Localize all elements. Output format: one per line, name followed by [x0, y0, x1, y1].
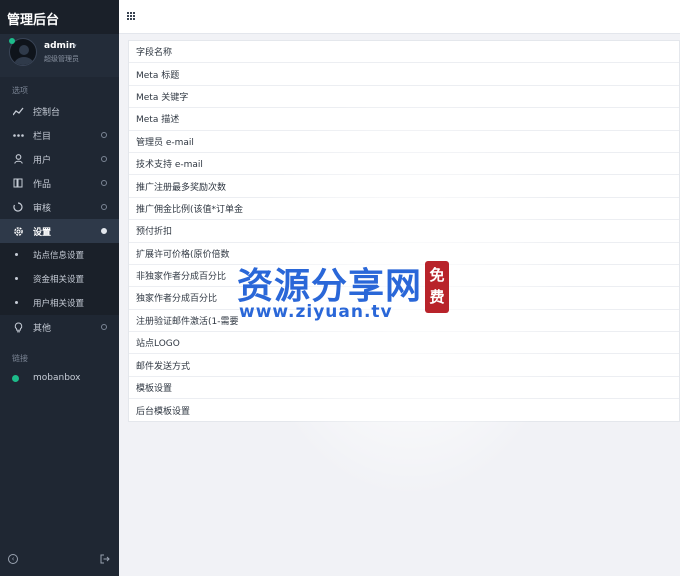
settings-row[interactable]: 推广注册最多奖励次数 [129, 175, 679, 198]
settings-row[interactable]: 推广佣金比例(该值*订单金 [129, 198, 679, 221]
expand-indicator [101, 228, 107, 234]
sidebar-item-label: 控制台 [33, 107, 61, 118]
settings-row[interactable]: 管理员 e-mail [129, 131, 679, 153]
user-role: 超级管理员 [44, 55, 79, 63]
chevron-down-icon[interactable]: ▾ [73, 42, 77, 50]
sidebar-link-mobanbox[interactable]: mobanbox [0, 367, 119, 391]
sidebar-item-label: 作品 [33, 179, 52, 190]
sidebar-subitem-label: 站点信息设置 [33, 251, 85, 261]
settings-row[interactable]: 技术支持 e-mail [129, 153, 679, 176]
sidebar-subitem-funds[interactable]: 资金相关设置 [0, 267, 119, 291]
spinner-icon [12, 201, 24, 213]
settings-row[interactable]: 模板设置 [129, 377, 679, 400]
top-bar [119, 0, 680, 34]
sidebar-subitem-site-info[interactable]: 站点信息设置 [0, 243, 119, 267]
bullet-icon [15, 301, 18, 304]
sidebar-item-label: 栏目 [33, 131, 52, 142]
user-panel[interactable]: admin ▾ 超级管理员 [0, 34, 119, 77]
sidebar-item-review[interactable]: 审核 [0, 195, 119, 219]
section-label-options: 选项 [12, 86, 28, 95]
sidebar-subitem-user-settings[interactable]: 用户相关设置 [0, 291, 119, 315]
logout-icon[interactable] [100, 554, 110, 564]
sidebar-link-label: mobanbox [33, 373, 81, 383]
expand-indicator [101, 156, 107, 162]
sidebar-item-settings[interactable]: 设置 [0, 219, 119, 243]
sidebar-item-label: 其他 [33, 323, 52, 334]
settings-row[interactable]: 后台模板设置 [129, 399, 679, 421]
dots-icon [12, 129, 24, 141]
user-icon [12, 153, 24, 165]
bullet-icon [15, 277, 18, 280]
sidebar: 管理后台 admin ▾ 超级管理员 选项 控制台 栏目 用户 作品 审核 设置… [0, 0, 119, 576]
collapse-sidebar-icon[interactable]: ‹ [8, 554, 18, 564]
expand-indicator [101, 324, 107, 330]
settings-list: 字段名称 Meta 标题 Meta 关键字 Meta 描述 管理员 e-mail… [128, 40, 680, 422]
book-icon [12, 177, 24, 189]
sidebar-item-users[interactable]: 用户 [0, 147, 119, 171]
watermark-seal: 免费 [425, 261, 449, 313]
bullet-icon [15, 253, 18, 256]
app-title: 管理后台 [0, 0, 119, 34]
gear-icon [12, 225, 24, 237]
watermark-url: www.ziyuan.tv [239, 302, 393, 322]
link-dot [12, 375, 19, 382]
expand-indicator [101, 132, 107, 138]
settings-row-header: 字段名称 [129, 41, 679, 64]
sidebar-item-label: 审核 [33, 203, 52, 214]
settings-row[interactable]: Meta 描述 [129, 108, 679, 131]
expand-indicator [101, 180, 107, 186]
chart-line-icon [12, 105, 24, 117]
settings-row[interactable]: 站点LOGO [129, 332, 679, 355]
sidebar-footer: ‹ [0, 546, 119, 576]
sidebar-item-dashboard[interactable]: 控制台 [0, 99, 119, 123]
sidebar-subitem-label: 用户相关设置 [33, 299, 85, 309]
grid-menu-icon[interactable] [127, 12, 136, 21]
section-label-links: 链接 [12, 354, 28, 363]
settings-row[interactable]: 邮件发送方式 [129, 354, 679, 377]
settings-row[interactable]: Meta 关键字 [129, 86, 679, 109]
expand-indicator [101, 204, 107, 210]
sidebar-subitem-label: 资金相关设置 [33, 275, 85, 285]
sidebar-item-label: 用户 [33, 155, 52, 166]
sidebar-item-other[interactable]: 其他 [0, 315, 119, 339]
sidebar-item-works[interactable]: 作品 [0, 171, 119, 195]
settings-row[interactable]: 预付折扣 [129, 220, 679, 243]
user-name[interactable]: admin [44, 41, 75, 51]
sidebar-item-columns[interactable]: 栏目 [0, 123, 119, 147]
watermark: 资源分享网 www.ziyuan.tv 免费 [237, 255, 452, 330]
online-status-dot [9, 38, 15, 44]
settings-row[interactable]: Meta 标题 [129, 63, 679, 86]
sidebar-item-label: 设置 [33, 227, 52, 238]
bulb-icon [12, 321, 24, 333]
